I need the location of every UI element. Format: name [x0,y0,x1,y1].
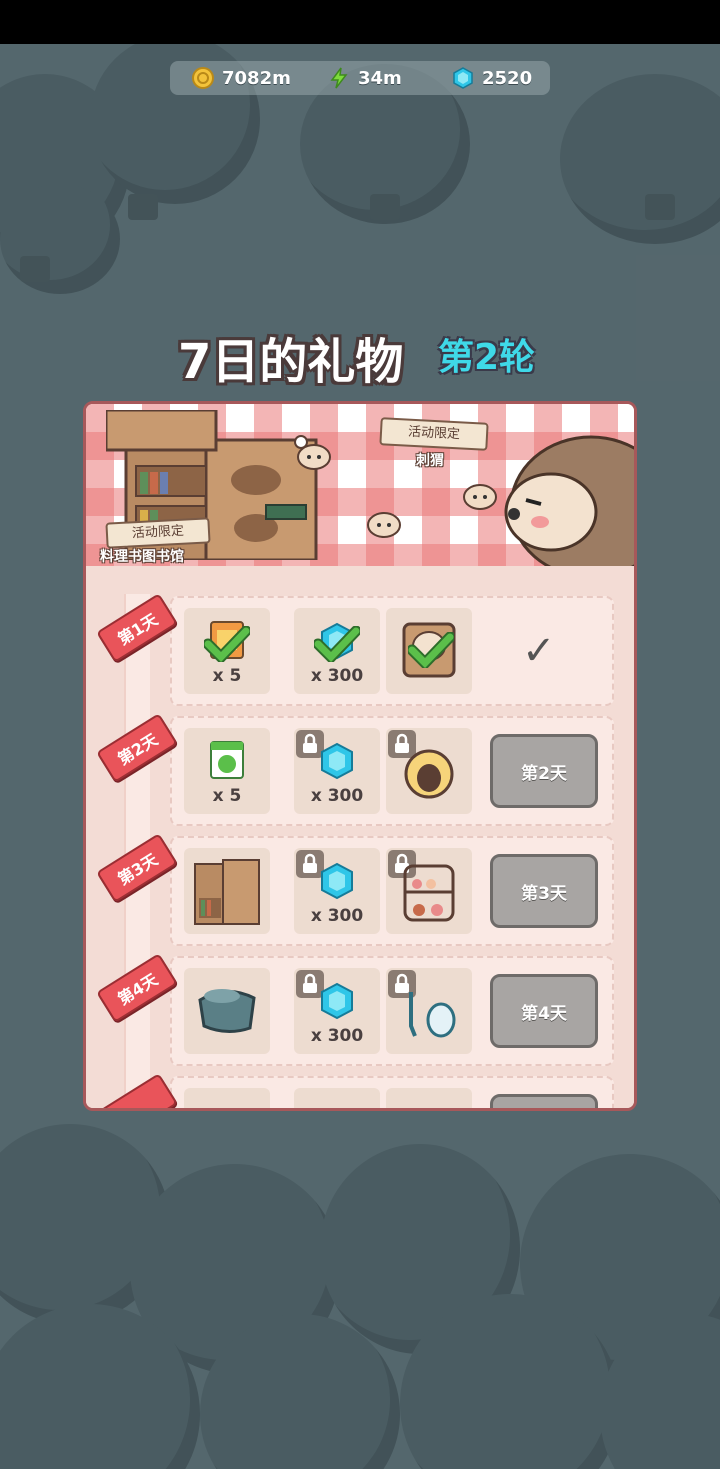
limited-item-left: 料理书图书馆 [100,549,184,565]
round-label: 第2轮 [438,337,536,378]
limited-tag-left: 活动限定 [105,517,211,549]
check-icon [314,626,360,662]
reward-quantity: x 300 [310,786,364,806]
check-icon [408,632,454,668]
lightning-icon [330,67,348,89]
gem-icon [321,982,353,1020]
day-row-3: x 300 第3天 [170,836,614,946]
reward-quantity: x 5 [212,786,242,806]
reward-cell[interactable]: x 300 [294,968,380,1054]
event-title: 7日的礼物 第2轮 [178,322,558,392]
dessert-stand-icon [403,864,455,922]
coin-icon [192,67,214,89]
reward-cell[interactable] [386,848,472,934]
reward-cell[interactable]: x 300 [294,608,380,694]
bookshelf-icon [194,859,260,925]
status-bar [0,0,720,44]
gem-icon [321,742,353,780]
reward-cell[interactable]: x 5 [184,608,270,694]
limited-item-right: 刺猬 [416,453,444,469]
gem-counter[interactable]: 2520 [452,61,532,95]
chick-hat-icon [404,749,454,799]
resource-bar: 7082m 34m 2520 [170,61,550,95]
reward-cell[interactable]: x 5 [184,728,270,814]
energy-counter[interactable]: 34m [328,61,402,95]
coin-counter[interactable]: 7082m [192,61,291,95]
reward-cell[interactable] [386,728,472,814]
reward-cell[interactable] [386,968,472,1054]
gem-icon [453,67,473,89]
reward-cell[interactable] [294,1088,380,1108]
hedgehog-mini-icon [367,512,401,538]
reward-cell[interactable] [184,1088,270,1108]
hedgehog-mini-icon [297,444,331,470]
reward-quantity: x 300 [310,1026,364,1046]
gem-value: 2520 [482,67,533,89]
green-ticket-icon [210,741,244,779]
reward-quantity: x 300 [310,666,364,686]
day-row-2: x 5 x 300 第2天 [170,716,614,826]
check-icon [204,626,250,662]
reward-quantity: x 300 [310,906,364,926]
reward-cell[interactable] [386,608,472,694]
claim-day-5-button[interactable] [490,1094,598,1108]
glove-icon [409,992,456,1038]
event-banner: 活动限定 料理书图书馆 活动限定 刺猬 [86,404,634,566]
claim-day-3-button[interactable]: 第3天 [490,854,598,928]
reward-cell[interactable] [386,1088,472,1108]
reward-cell[interactable]: x 300 [294,848,380,934]
coin-value: 7082m [222,67,291,89]
hedgehog-character [504,435,634,566]
day-row-4: x 300 第4天 [170,956,614,1066]
claim-day-4-button[interactable]: 第4天 [490,974,598,1048]
day-row-5-partial [170,1076,614,1108]
daily-reward-list[interactable]: x 5 x 300 ✓ 第1天 x 5 x 300 第2天 第2天 x 300 … [86,566,634,1108]
claim-day-2-button[interactable]: 第2天 [490,734,598,808]
energy-value: 34m [358,67,402,89]
reward-quantity: x 5 [212,666,242,686]
gem-icon [321,862,353,900]
claimed-checkmark: ✓ [522,628,556,674]
reward-cell[interactable] [184,968,270,1054]
day-row-1: x 5 x 300 ✓ [170,596,614,706]
reward-cell[interactable] [184,848,270,934]
cushion-icon [198,989,256,1033]
hedgehog-mini-icon [463,484,497,510]
reward-cell[interactable]: x 300 [294,728,380,814]
gift-panel: 活动限定 料理书图书馆 活动限定 刺猬 x 5 x 300 ✓ 第1天 x 5 … [83,401,637,1111]
page-title: 7日的礼物 [178,334,404,390]
limited-tag-right: 活动限定 [379,417,489,451]
